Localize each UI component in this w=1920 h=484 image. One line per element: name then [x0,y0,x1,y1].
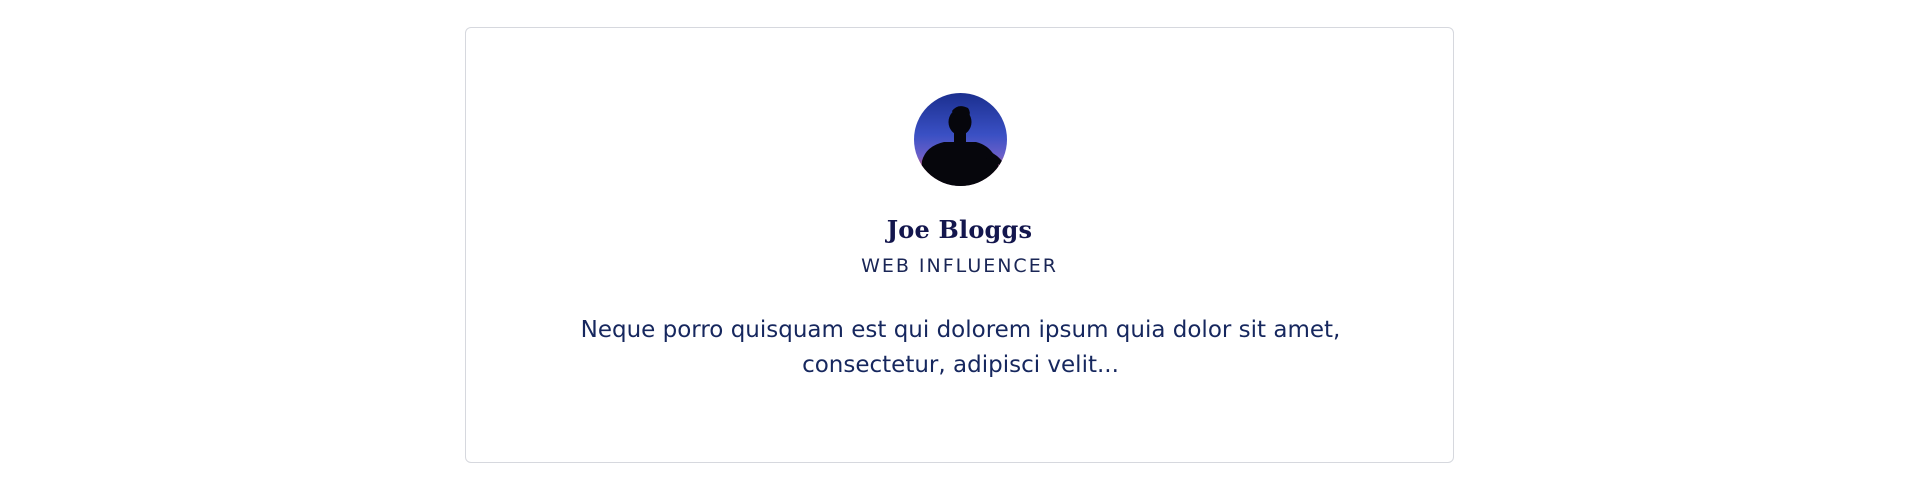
silhouette-photo-icon [914,93,1007,186]
person-role: WEB INFLUENCER [861,255,1058,277]
profile-avatar [914,93,1007,186]
testimonial-card: Joe Bloggs WEB INFLUENCER Neque porro qu… [465,27,1454,463]
testimonial-quote: Neque porro quisquam est qui dolorem ips… [580,317,1341,378]
person-name: Joe Bloggs [886,215,1033,244]
